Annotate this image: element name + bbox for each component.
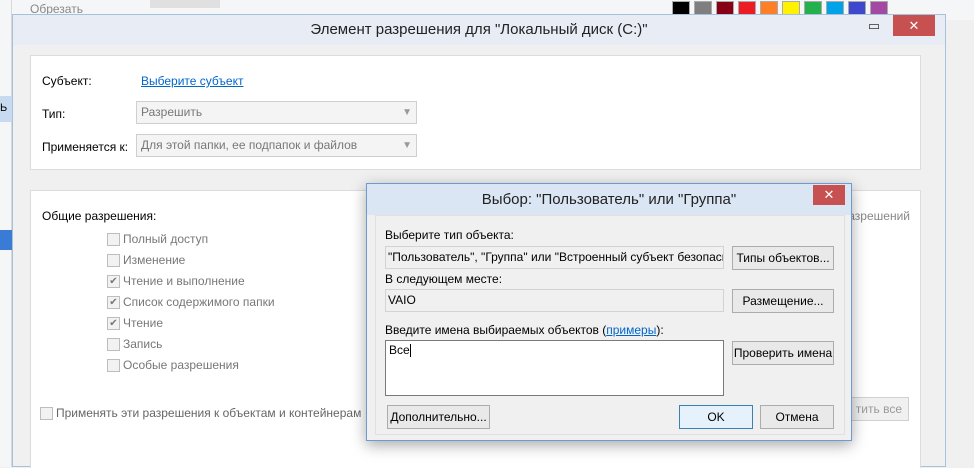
color-swatch[interactable] — [870, 1, 888, 15]
permission-label: Список содержимого папки — [123, 295, 275, 309]
background-left-edge: Ь — [0, 0, 12, 467]
examples-link[interactable]: примеры — [606, 323, 656, 337]
permission-label: Полный доступ — [123, 232, 209, 246]
select-dialog-title-bar: Выбор: "Пользователь" или "Группа" — [367, 184, 851, 215]
object-types-button[interactable]: Типы объектов... — [732, 246, 834, 270]
location-label: В следующем месте: — [385, 272, 503, 286]
chevron-down-icon: ▼ — [402, 107, 412, 118]
color-swatch[interactable] — [694, 1, 712, 15]
object-names-value: Все — [389, 343, 410, 357]
checkmark-icon: ✔ — [109, 318, 118, 329]
minimize-button[interactable]: ▭ — [863, 15, 885, 36]
main-title-bar: Элемент разрешения для "Локальный диск (… — [13, 15, 945, 45]
select-dialog-title: Выбор: "Пользователь" или "Группа" — [481, 191, 737, 208]
permission-label: Чтение — [123, 316, 164, 330]
select-dialog-body: Выберите тип объекта: "Пользователь", "Г… — [375, 215, 845, 435]
permission-label: Особые разрешения — [123, 358, 239, 372]
color-swatch[interactable] — [848, 1, 866, 15]
permission-checkbox-list-folder[interactable]: ✔ — [107, 296, 120, 309]
permission-checkbox-write[interactable] — [107, 338, 120, 351]
checkmark-icon: ✔ — [109, 297, 118, 308]
type-select-value: Разрешить — [141, 105, 203, 119]
location-field: VAIO — [385, 289, 724, 312]
object-type-label: Выберите тип объекта: — [385, 228, 514, 242]
permission-checkbox-read[interactable]: ✔ — [107, 317, 120, 330]
checkmark-icon: ✔ — [109, 276, 118, 287]
apply-to-containers-checkbox[interactable] — [40, 407, 53, 420]
subject-label: Субъект: — [42, 74, 92, 88]
select-user-group-dialog: Выбор: "Пользователь" или "Группа" ✕ Выб… — [366, 183, 852, 441]
permission-checkbox-full-control[interactable] — [107, 233, 120, 246]
select-subject-link[interactable]: Выберите субъект — [141, 74, 243, 88]
color-swatch[interactable] — [826, 1, 844, 15]
cancel-button[interactable]: Отмена — [760, 405, 834, 429]
object-type-field: "Пользователь", "Группа" или "Встроенный… — [385, 246, 724, 269]
check-names-button[interactable]: Проверить имена — [732, 341, 834, 365]
color-swatch[interactable] — [760, 1, 778, 15]
permission-label: Чтение и выполнение — [123, 274, 245, 288]
permission-checkbox-modify[interactable] — [107, 254, 120, 267]
permission-label: Изменение — [123, 253, 186, 267]
locations-button[interactable]: Размещение... — [732, 289, 834, 313]
toolbar-strip — [150, 0, 220, 8]
color-swatch[interactable] — [738, 1, 756, 15]
color-swatch[interactable] — [804, 1, 822, 15]
applies-to-value: Для этой папки, ее подпапок и файлов — [141, 138, 358, 152]
apply-to-containers-label: Применять эти разрешения к объектам и ко… — [56, 406, 362, 420]
permission-checkbox-special[interactable] — [107, 359, 120, 372]
color-swatch[interactable] — [782, 1, 800, 15]
chevron-down-icon: ▼ — [402, 140, 412, 151]
object-names-label: Введите имена выбираемых объектов (приме… — [385, 323, 664, 337]
color-swatch[interactable] — [716, 1, 734, 15]
color-swatch[interactable] — [672, 1, 690, 15]
permission-label: Запись — [123, 337, 163, 351]
select-dialog-close-button[interactable]: ✕ — [813, 185, 845, 205]
type-select[interactable]: Разрешить ▼ — [136, 101, 417, 124]
general-permissions-label: Общие разрешения: — [42, 209, 157, 223]
advanced-button[interactable]: Дополнительно... — [387, 405, 490, 429]
object-names-textarea[interactable]: Все — [385, 340, 724, 396]
text-cursor — [409, 344, 411, 358]
applies-to-select[interactable]: Для этой папки, ее подпапок и файлов ▼ — [136, 134, 417, 157]
main-title: Элемент разрешения для "Локальный диск (… — [310, 21, 648, 38]
bg-fragment: Ь — [0, 102, 8, 114]
permission-checkbox-read-execute[interactable]: ✔ — [107, 275, 120, 288]
main-close-button[interactable]: ✕ — [893, 15, 935, 36]
applies-to-label: Применяется к: — [42, 140, 129, 154]
ok-button[interactable]: OK — [679, 405, 753, 429]
subject-panel: Субъект: Выберите субъект Тип: Разрешить… — [30, 55, 921, 170]
type-label: Тип: — [42, 107, 66, 121]
bg-highlight-2 — [0, 230, 12, 250]
